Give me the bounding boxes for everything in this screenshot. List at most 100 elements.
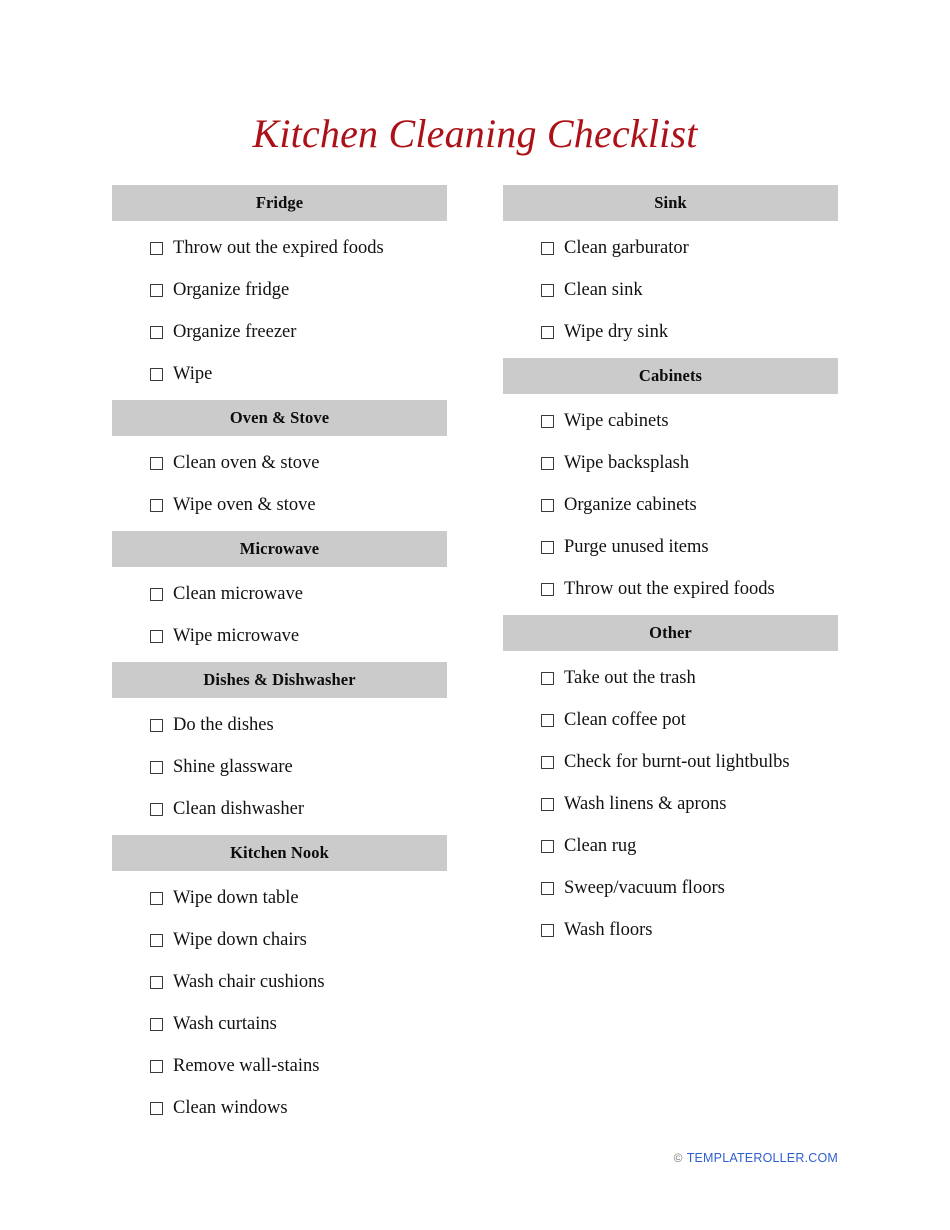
checklist-row[interactable]: Clean microwave	[112, 573, 447, 615]
checklist-row[interactable]: Organize cabinets	[503, 484, 838, 526]
checklist-row[interactable]: Clean rug	[503, 825, 838, 867]
section-items: Take out the trash Clean coffee pot Check …	[503, 651, 838, 956]
checkbox-icon[interactable]	[150, 718, 163, 732]
checkbox-icon[interactable]	[150, 1017, 163, 1031]
checklist-row[interactable]: Wipe microwave	[112, 615, 447, 657]
checklist-item-label: Wipe	[173, 364, 213, 384]
checklist-item-label: Clean microwave	[173, 584, 303, 604]
checkbox-icon[interactable]	[541, 241, 554, 255]
checklist-item-label: Organize cabinets	[564, 495, 697, 515]
checklist-item-label: Clean sink	[564, 280, 643, 300]
checklist-row[interactable]: Throw out the expired foods	[503, 568, 838, 610]
checkbox-icon[interactable]	[150, 283, 163, 297]
checklist-row[interactable]: Wipe down table	[112, 877, 447, 919]
checkbox-icon[interactable]	[150, 933, 163, 947]
checklist-item-label: Wash curtains	[173, 1014, 277, 1034]
checkbox-icon[interactable]	[541, 755, 554, 769]
checkbox-icon[interactable]	[150, 456, 163, 470]
checkbox-icon[interactable]	[541, 414, 554, 428]
section-heading: Microwave	[112, 531, 447, 567]
checklist-section: Cabinets Wipe cabinets Wipe backsplash Orga…	[503, 358, 838, 615]
checkbox-icon[interactable]	[150, 802, 163, 816]
checkbox-icon[interactable]	[150, 587, 163, 601]
checklist-row[interactable]: Wash curtains	[112, 1003, 447, 1045]
section-heading: Dishes & Dishwasher	[112, 662, 447, 698]
checklist-row[interactable]: Purge unused items	[503, 526, 838, 568]
checkbox-icon[interactable]	[150, 1101, 163, 1115]
checkbox-icon[interactable]	[541, 540, 554, 554]
section-heading: Oven & Stove	[112, 400, 447, 436]
checklist-item-label: Check for burnt-out lightbulbs	[564, 752, 790, 772]
checklist-row[interactable]: Wash linens & aprons	[503, 783, 838, 825]
checklist-item-label: Wipe microwave	[173, 626, 300, 646]
checkbox-icon[interactable]	[541, 456, 554, 470]
checkbox-icon[interactable]	[150, 325, 163, 339]
checklist-row[interactable]: Wipe backsplash	[503, 442, 838, 484]
section-items: Do the dishes Shine glassware Clean dishwa…	[112, 698, 447, 835]
checkbox-icon[interactable]	[150, 241, 163, 255]
checkbox-icon[interactable]	[541, 923, 554, 937]
checklist-page: Kitchen Cleaning Checklist Fridge Throw o…	[0, 0, 950, 1230]
checkbox-icon[interactable]	[150, 367, 163, 381]
checklist-row[interactable]: Clean garburator	[503, 227, 838, 269]
checklist-row[interactable]: Wipe cabinets	[503, 400, 838, 442]
section-heading: Sink	[503, 185, 838, 221]
checklist-item-label: Do the dishes	[173, 715, 274, 735]
checklist-row[interactable]: Check for burnt-out lightbulbs	[503, 741, 838, 783]
checkbox-icon[interactable]	[541, 325, 554, 339]
checklist-row[interactable]: Shine glassware	[112, 746, 447, 788]
checklist-row[interactable]: Throw out the expired foods	[112, 227, 447, 269]
footer-brand-link[interactable]: TEMPLATEROLLER.COM	[687, 1152, 838, 1165]
checklist-row[interactable]: Remove wall-stains	[112, 1045, 447, 1087]
checkbox-icon[interactable]	[541, 671, 554, 685]
checkbox-icon[interactable]	[150, 629, 163, 643]
checklist-item-label: Clean windows	[173, 1098, 288, 1118]
section-items: Clean microwave Wipe microwave	[112, 567, 447, 662]
footer-watermark[interactable]: © TEMPLATEROLLER.COM	[674, 1152, 838, 1165]
checkbox-icon[interactable]	[150, 1059, 163, 1073]
checklist-row[interactable]: Sweep/vacuum floors	[503, 867, 838, 909]
checklist-item-label: Clean dishwasher	[173, 799, 305, 819]
checklist-section: Oven & Stove Clean oven & stove Wipe oven …	[112, 400, 447, 531]
checklist-row[interactable]: Wipe	[112, 353, 447, 395]
checklist-item-label: Clean oven & stove	[173, 453, 320, 473]
checkbox-icon[interactable]	[541, 713, 554, 727]
checklist-row[interactable]: Do the dishes	[112, 704, 447, 746]
checkbox-icon[interactable]	[541, 839, 554, 853]
checkbox-icon[interactable]	[150, 891, 163, 905]
checklist-item-label: Sweep/vacuum floors	[564, 878, 725, 898]
checklist-row[interactable]: Clean coffee pot	[503, 699, 838, 741]
checkbox-icon[interactable]	[150, 975, 163, 989]
checklist-row[interactable]: Wipe dry sink	[503, 311, 838, 353]
checkbox-icon[interactable]	[150, 498, 163, 512]
section-heading: Other	[503, 615, 838, 651]
right-column: Sink Clean garburator Clean sink Wipe dry s…	[503, 185, 838, 956]
checklist-section: Kitchen Nook Wipe down table Wipe down cha…	[112, 835, 447, 1134]
checklist-row[interactable]: Clean sink	[503, 269, 838, 311]
checklist-row[interactable]: Organize fridge	[112, 269, 447, 311]
checklist-row[interactable]: Wash chair cushions	[112, 961, 447, 1003]
checklist-row[interactable]: Clean oven & stove	[112, 442, 447, 484]
checkbox-icon[interactable]	[150, 760, 163, 774]
checklist-row[interactable]: Clean windows	[112, 1087, 447, 1129]
section-items: Wipe down table Wipe down chairs Wash chai…	[112, 871, 447, 1134]
checkbox-icon[interactable]	[541, 881, 554, 895]
checklist-row[interactable]: Take out the trash	[503, 657, 838, 699]
section-items: Clean garburator Clean sink Wipe dry sink	[503, 221, 838, 358]
checklist-row[interactable]: Wash floors	[503, 909, 838, 951]
checklist-row[interactable]: Clean dishwasher	[112, 788, 447, 830]
checkbox-icon[interactable]	[541, 797, 554, 811]
section-items: Wipe cabinets Wipe backsplash Organize cab…	[503, 394, 838, 615]
checkbox-icon[interactable]	[541, 582, 554, 596]
checklist-row[interactable]: Organize freezer	[112, 311, 447, 353]
page-title: Kitchen Cleaning Checklist	[252, 111, 698, 156]
checklist-row[interactable]: Wipe down chairs	[112, 919, 447, 961]
checklist-item-label: Wash floors	[564, 920, 653, 940]
checkbox-icon[interactable]	[541, 498, 554, 512]
checklist-item-label: Take out the trash	[564, 668, 696, 688]
checklist-item-label: Throw out the expired foods	[564, 579, 775, 599]
copyright-icon: ©	[673, 1151, 683, 1166]
checklist-row[interactable]: Wipe oven & stove	[112, 484, 447, 526]
checklist-section: Fridge Throw out the expired foods Organiz…	[112, 185, 447, 400]
checkbox-icon[interactable]	[541, 283, 554, 297]
